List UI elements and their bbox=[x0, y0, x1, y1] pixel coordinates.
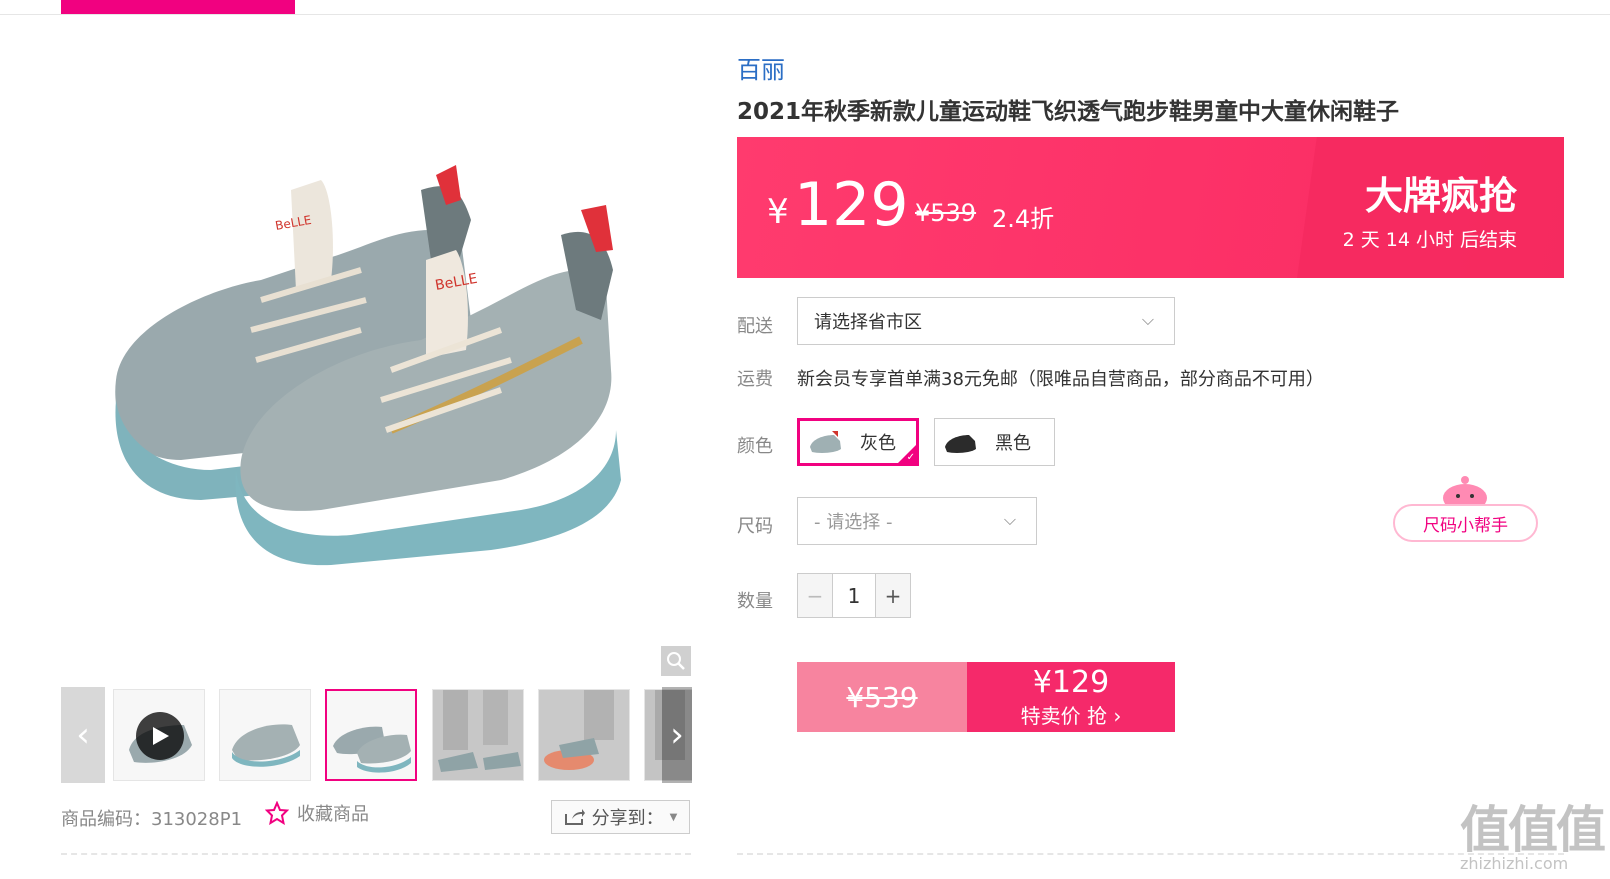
thumbnail-image bbox=[333, 726, 411, 773]
thumbnail-4[interactable] bbox=[432, 689, 524, 781]
top-active-tab-indicator bbox=[61, 0, 295, 14]
product-title: 2021年秋季新款儿童运动鞋飞织透气跑步鞋男童中大童休闲鞋子 bbox=[737, 99, 1400, 125]
discount-rate: 2.4折 bbox=[992, 205, 1055, 233]
size-select[interactable]: - 请选择 - ⌵ bbox=[797, 497, 1037, 545]
quantity-stepper: − 1 + bbox=[797, 573, 911, 618]
gray-shoe-swatch bbox=[810, 431, 841, 453]
brand-link[interactable]: 百丽 bbox=[737, 50, 785, 85]
chevron-left-icon: ‹ bbox=[76, 715, 90, 755]
favorite-button[interactable]: 收藏商品 bbox=[265, 800, 369, 826]
buy-action-label: 特卖价 抢 › bbox=[1020, 703, 1122, 728]
top-divider bbox=[0, 14, 1610, 15]
buy-price: ¥129 bbox=[1032, 664, 1110, 700]
countdown-timer: 2 天 14 小时 后结束 bbox=[1342, 229, 1517, 251]
chevron-down-icon: ⌵ bbox=[1141, 310, 1154, 329]
color-option-black[interactable]: 黑色 bbox=[934, 418, 1055, 466]
quantity-label: 数量 bbox=[737, 591, 773, 612]
size-helper-button[interactable]: 尺码小帮手 bbox=[1393, 504, 1538, 542]
thumbnail-image bbox=[539, 690, 629, 780]
quantity-value[interactable]: 1 bbox=[833, 574, 875, 617]
thumbnail-image bbox=[433, 690, 523, 780]
delivery-region-value: 请选择省市区 bbox=[814, 312, 922, 333]
quantity-decrease-button[interactable]: − bbox=[798, 574, 833, 617]
chevron-down-icon: ⌵ bbox=[1003, 510, 1016, 529]
mascot-icon bbox=[1443, 476, 1487, 508]
price-banner: ¥ 129 ¥539 2.4折 大牌疯抢 2 天 14 小时 后结束 bbox=[737, 137, 1564, 278]
caret-down-icon: ▼ bbox=[669, 811, 678, 823]
thumbnail-prev-button[interactable]: ‹ bbox=[61, 687, 105, 783]
buy-now-section[interactable]: ¥129 特卖价 抢 › bbox=[967, 662, 1175, 732]
buy-button[interactable]: ¥539 ¥129 特卖价 抢 › bbox=[797, 662, 1175, 732]
current-price: 129 bbox=[794, 170, 909, 240]
share-icon bbox=[564, 809, 585, 825]
delivery-label: 配送 bbox=[737, 316, 773, 337]
product-code: 商品编码：313028P1 bbox=[61, 809, 243, 830]
color-option-gray[interactable]: 灰色 ✓ bbox=[797, 418, 919, 466]
thumbnail-strip: ‹ › bbox=[61, 687, 692, 783]
shipping-label: 运费 bbox=[737, 369, 773, 390]
thumbnail-image bbox=[232, 724, 300, 767]
thumbnail-video[interactable] bbox=[113, 689, 205, 781]
thumbnail-5[interactable] bbox=[538, 689, 630, 781]
delivery-region-select[interactable]: 请选择省市区 ⌵ bbox=[797, 297, 1175, 345]
star-icon bbox=[265, 801, 289, 825]
zoom-button[interactable] bbox=[661, 646, 691, 676]
favorite-label: 收藏商品 bbox=[297, 804, 369, 825]
share-label: 分享到： bbox=[591, 808, 664, 829]
share-button[interactable]: 分享到： ▼ bbox=[551, 800, 690, 834]
quantity-increase-button[interactable]: + bbox=[875, 574, 910, 617]
thumbnail-3-selected[interactable] bbox=[325, 689, 417, 781]
main-product-image: BeLLE BeLLE bbox=[61, 40, 691, 670]
check-icon: ✓ bbox=[906, 452, 915, 463]
thumbnail-next-button[interactable]: › bbox=[662, 687, 692, 783]
divider bbox=[61, 853, 691, 855]
black-shoe-swatch bbox=[945, 435, 976, 453]
chevron-right-icon: › bbox=[670, 715, 684, 755]
divider bbox=[737, 853, 1564, 855]
original-price: ¥539 bbox=[915, 199, 977, 227]
watermark: 值值值 zhizhizhi.com bbox=[1460, 790, 1610, 879]
watermark-logo: 值值值 bbox=[1460, 801, 1606, 859]
shipping-info: 新会员专享首单满38元免邮（限唯品自营商品，部分商品不可用） bbox=[797, 369, 1324, 390]
currency-symbol: ¥ bbox=[767, 192, 789, 232]
sneaker-illustration: BeLLE BeLLE bbox=[115, 165, 621, 566]
color-option-label: 灰色 bbox=[860, 433, 896, 454]
thumbnail-2[interactable] bbox=[219, 689, 311, 781]
size-select-value: - 请选择 - bbox=[814, 512, 893, 533]
play-icon bbox=[136, 712, 184, 760]
color-option-label: 黑色 bbox=[995, 433, 1031, 454]
promo-title: 大牌疯抢 bbox=[1364, 174, 1517, 218]
color-label: 颜色 bbox=[737, 436, 773, 457]
buy-original-price: ¥539 bbox=[797, 662, 967, 732]
size-label: 尺码 bbox=[737, 516, 773, 537]
magnifier-icon bbox=[667, 652, 685, 670]
